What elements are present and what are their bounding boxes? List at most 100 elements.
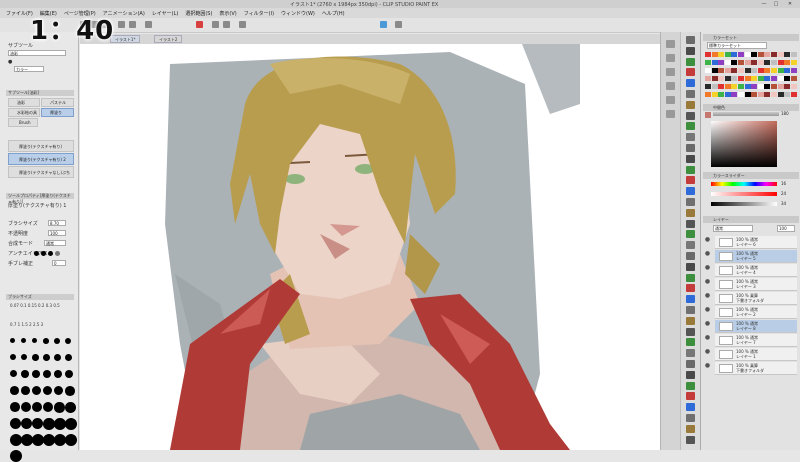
preset-0-3[interactable]: 0.3 [46, 303, 52, 308]
brush-size-dot[interactable] [32, 338, 38, 344]
preset-2-5[interactable]: 2.5 [33, 322, 39, 327]
tool-icon[interactable] [686, 424, 695, 433]
color-swatch[interactable] [777, 60, 784, 65]
color-swatch[interactable] [705, 84, 711, 89]
tool-icon[interactable] [686, 68, 695, 77]
saturation-slider[interactable] [711, 192, 777, 196]
color-swatch[interactable] [757, 76, 764, 81]
tool-icon[interactable] [686, 46, 695, 55]
tool-icon[interactable] [686, 316, 695, 325]
menu-layer[interactable]: レイヤー(L) [152, 10, 179, 17]
color-swatch[interactable] [731, 52, 738, 57]
antialias-option-4[interactable] [55, 251, 60, 256]
brush-size-dot[interactable] [65, 354, 73, 362]
color-swatch[interactable] [784, 92, 791, 97]
brush-size-dot[interactable] [65, 434, 77, 446]
eye-icon[interactable]: ● [703, 334, 712, 346]
brush-size-dot[interactable] [10, 418, 21, 429]
tab-watercolor[interactable]: 水彩絵の具 [8, 108, 40, 117]
menu-window[interactable]: ウィンドウ(W) [281, 10, 315, 17]
opacity-field[interactable]: 100 [48, 230, 66, 236]
menu-file[interactable]: ファイル(F) [6, 10, 33, 17]
palette-tab-icon[interactable] [666, 110, 675, 118]
color-swatch[interactable] [744, 92, 751, 97]
brush-size-dot[interactable] [65, 338, 71, 344]
color-mode-field[interactable]: カラー [14, 66, 44, 72]
palette-tab-icon[interactable] [666, 82, 675, 90]
transform-icon[interactable] [196, 21, 203, 28]
color-swatch[interactable] [771, 92, 777, 97]
minimize-button[interactable]: — [760, 1, 768, 7]
color-swatch[interactable] [757, 52, 764, 57]
preset-0-15[interactable]: 0.15 [28, 303, 37, 308]
color-swatch[interactable] [744, 60, 751, 65]
tab-thick-paint[interactable]: 厚塗り [41, 108, 74, 117]
brush-size-dot[interactable] [32, 386, 41, 395]
brush-size-dot[interactable] [21, 402, 31, 412]
color-swatch[interactable] [751, 76, 758, 81]
layer-row[interactable]: 100 % 通常 レイヤー 6 [715, 236, 797, 249]
subtool-item-3[interactable]: 厚塗り(テクスチャなし)ぶち [8, 166, 74, 178]
tool-icon[interactable] [686, 100, 695, 109]
preset-2[interactable]: 2 [29, 322, 32, 327]
color-swatch[interactable] [731, 60, 738, 65]
brush-size-field[interactable]: 8.70 [48, 220, 66, 226]
eye-icon[interactable]: ● [703, 348, 712, 360]
tool-icon[interactable] [686, 295, 695, 304]
tool-icon[interactable] [686, 111, 695, 120]
color-swatch[interactable] [718, 92, 725, 97]
brush-size-dot[interactable] [21, 338, 27, 344]
color-swatch[interactable] [705, 52, 711, 57]
canvas-area[interactable] [80, 44, 660, 450]
tool-icon[interactable] [686, 241, 695, 250]
color-swatch[interactable] [738, 84, 744, 89]
layer-opacity-field[interactable]: 100 [777, 225, 795, 232]
layer-row[interactable]: 100 % 通常 レイヤー 8 [715, 320, 797, 333]
brush-size-dot[interactable] [21, 370, 29, 378]
layer-row[interactable]: 100 % 通常 レイヤー 3 [715, 278, 797, 291]
color-swatch[interactable] [738, 76, 744, 81]
brush-size-dot[interactable] [32, 418, 44, 430]
color-swatch[interactable] [711, 60, 718, 65]
tool-icon[interactable] [686, 370, 695, 379]
brush-size-dot[interactable] [43, 418, 55, 430]
color-swatch[interactable] [731, 76, 738, 81]
menu-selection[interactable]: 選択範囲(S) [185, 10, 212, 17]
color-swatch[interactable] [751, 92, 758, 97]
close-button[interactable]: ✕ [786, 1, 794, 7]
tool-icon[interactable] [686, 230, 695, 239]
subtool-item-1[interactable]: 厚塗り(テクスチャ有り) [8, 140, 74, 152]
color-swatch[interactable] [705, 76, 711, 81]
color-swatch[interactable] [777, 68, 784, 73]
tool-icon[interactable] [686, 90, 695, 98]
crop-icon[interactable] [223, 21, 230, 28]
tool-icon[interactable] [686, 392, 695, 401]
drawing-canvas[interactable] [80, 44, 660, 450]
color-swatch[interactable] [711, 68, 718, 73]
color-swatch[interactable] [738, 52, 744, 57]
tab-document-2[interactable]: イラスト2 [154, 35, 183, 43]
undo-icon[interactable] [118, 21, 125, 28]
eye-icon[interactable]: ● [703, 236, 712, 248]
tool-icon[interactable] [686, 284, 695, 293]
tool-icon[interactable] [686, 36, 695, 44]
color-swatch[interactable] [724, 92, 731, 97]
color-swatch[interactable] [777, 92, 784, 97]
brush-size-dot[interactable] [32, 402, 43, 413]
deselect-icon[interactable] [212, 21, 219, 28]
tool-icon[interactable] [686, 144, 695, 152]
brush-size-dot[interactable] [10, 450, 22, 462]
brush-size-dot[interactable] [65, 418, 77, 430]
brush-size-dot[interactable] [10, 386, 19, 395]
tool-icon[interactable] [686, 133, 695, 142]
color-swatch[interactable] [764, 60, 771, 65]
color-swatch[interactable] [718, 68, 725, 73]
clear-icon[interactable] [145, 21, 152, 28]
layer-row[interactable]: 100 % 通常 レイヤー 1 [715, 348, 797, 361]
subtool-item-2[interactable]: 厚塗り(テクスチャ有り) 2 [8, 153, 74, 165]
antialias-option-2[interactable] [41, 251, 46, 256]
preset-3[interactable]: 3 [41, 322, 44, 327]
preset-0-2[interactable]: 0.2 [38, 303, 44, 308]
settings-icon[interactable] [395, 21, 402, 28]
tool-icon[interactable] [686, 435, 695, 444]
